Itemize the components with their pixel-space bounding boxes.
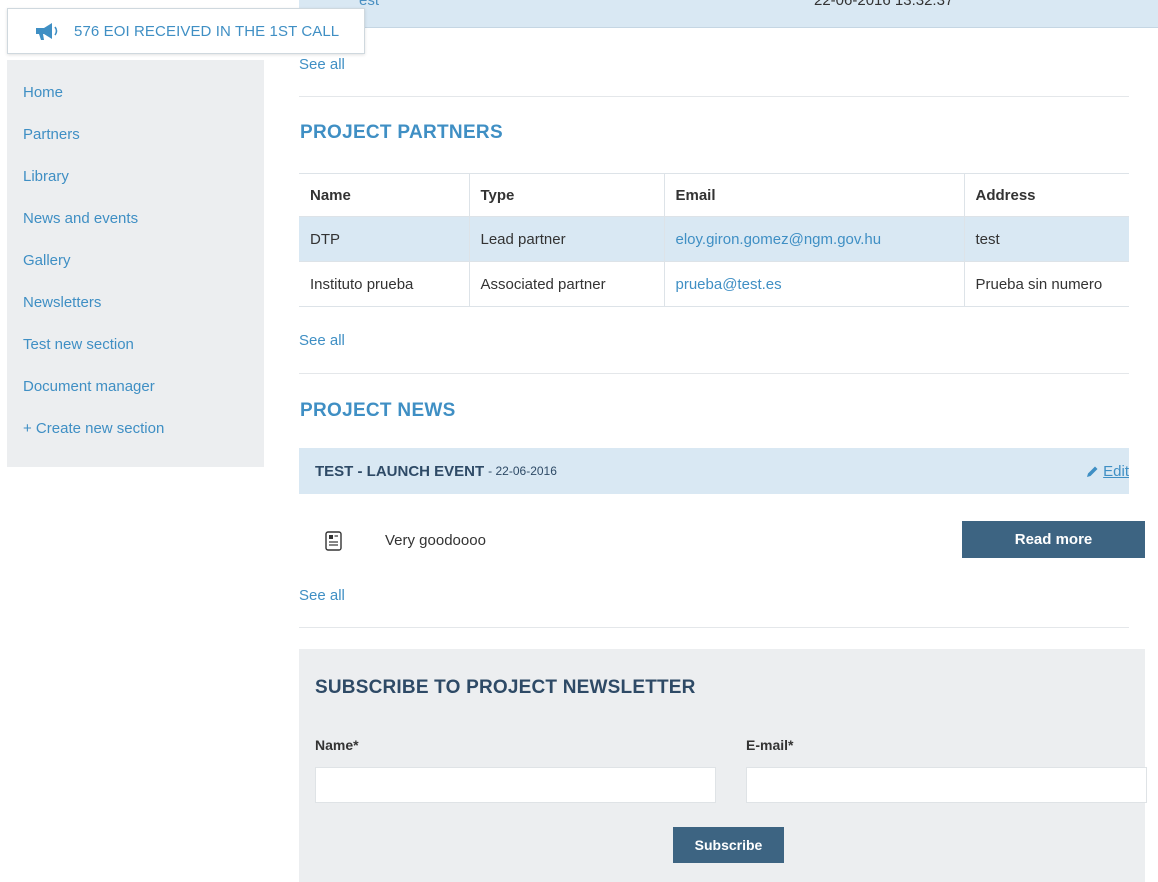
name-input[interactable]	[315, 767, 716, 803]
column-header-address: Address	[963, 173, 1129, 217]
partner-type: Associated partner	[468, 261, 664, 307]
partner-address: test	[963, 216, 1129, 262]
pencil-icon	[1087, 466, 1098, 477]
news-item-header: TEST - LAUNCH EVENT - 22-06-2016 Edit	[299, 448, 1129, 494]
previous-row-strip: est 22-06-2016 13:32:37	[299, 0, 1158, 28]
sidebar-item-newsletters[interactable]: Newsletters	[7, 281, 264, 323]
divider	[299, 96, 1129, 97]
previous-row-date: 22-06-2016 13:32:37	[814, 0, 954, 9]
email-input[interactable]	[746, 767, 1147, 803]
announcement-banner[interactable]: 576 EOI RECEIVED IN THE 1ST CALL	[7, 8, 365, 54]
sidebar-link-test-new-section[interactable]: Test new section	[23, 336, 134, 353]
table-row: Instituto prueba Associated partner prue…	[299, 261, 1129, 307]
document-icon	[325, 531, 342, 551]
sidebar-item-gallery[interactable]: Gallery	[7, 239, 264, 281]
column-header-name: Name	[299, 173, 469, 217]
sidebar-menu: Home Partners Library News and events Ga…	[7, 60, 264, 449]
partners-section-title: PROJECT PARTNERS	[300, 122, 503, 143]
sidebar-item-document-manager[interactable]: Document manager	[7, 365, 264, 407]
sidebar-item-news-and-events[interactable]: News and events	[7, 197, 264, 239]
read-more-button[interactable]: Read more	[962, 521, 1145, 558]
sidebar-link-create-new-section[interactable]: + Create new section	[23, 420, 164, 437]
sidebar-link-news-and-events[interactable]: News and events	[23, 210, 138, 227]
announcement-text: 576 EOI RECEIVED IN THE 1ST CALL	[74, 22, 340, 40]
partners-table-header-row: Name Type Email Address	[299, 173, 1129, 217]
see-all-link-partners[interactable]: See all	[299, 332, 345, 349]
partner-address: Prueba sin numero	[963, 261, 1129, 307]
subscribe-title: SUBSCRIBE TO PROJECT NEWSLETTER	[315, 677, 696, 698]
divider	[299, 373, 1129, 374]
email-field-label: E-mail*	[746, 737, 794, 753]
sidebar-link-gallery[interactable]: Gallery	[23, 252, 71, 269]
sidebar-link-home[interactable]: Home	[23, 84, 63, 101]
sidebar-item-library[interactable]: Library	[7, 155, 264, 197]
partners-table: Name Type Email Address DTP Lead partner…	[299, 173, 1129, 307]
partner-email-link[interactable]: eloy.giron.gomez@ngm.gov.hu	[663, 216, 964, 262]
column-header-email: Email	[663, 173, 964, 217]
partner-type: Lead partner	[468, 216, 664, 262]
name-field-label: Name*	[315, 737, 359, 753]
sidebar-item-test-new-section[interactable]: Test new section	[7, 323, 264, 365]
edit-news-button[interactable]: Edit	[1086, 463, 1129, 480]
see-all-link-news[interactable]: See all	[299, 587, 345, 604]
sidebar-item-home[interactable]: Home	[7, 71, 264, 113]
sidebar-item-partners[interactable]: Partners	[7, 113, 264, 155]
partner-email-link[interactable]: prueba@test.es	[663, 261, 964, 307]
news-headline[interactable]: TEST - LAUNCH EVENT	[315, 463, 484, 480]
sidebar-link-library[interactable]: Library	[23, 168, 69, 185]
news-summary: Very goodoooo	[385, 532, 486, 549]
edit-label: Edit	[1103, 462, 1129, 480]
see-all-link-activity[interactable]: See all	[299, 56, 345, 73]
partner-name: DTP	[299, 216, 469, 262]
subscribe-button[interactable]: Subscribe	[673, 827, 784, 863]
sidebar-item-create-new-section[interactable]: + Create new section	[7, 407, 264, 449]
partner-name: Instituto prueba	[299, 261, 469, 307]
sidebar: Home Partners Library News and events Ga…	[7, 60, 264, 467]
sidebar-link-partners[interactable]: Partners	[23, 126, 80, 143]
megaphone-icon	[36, 23, 58, 40]
column-header-type: Type	[468, 173, 664, 217]
news-date: - 22-06-2016	[488, 464, 557, 478]
sidebar-link-document-manager[interactable]: Document manager	[23, 378, 155, 395]
newsletter-subscribe-panel: SUBSCRIBE TO PROJECT NEWSLETTER Name* E-…	[299, 649, 1147, 882]
sidebar-link-newsletters[interactable]: Newsletters	[23, 294, 101, 311]
news-section-title: PROJECT NEWS	[300, 400, 456, 421]
table-row: DTP Lead partner eloy.giron.gomez@ngm.go…	[299, 216, 1129, 262]
divider	[299, 627, 1129, 628]
news-item-body: Very goodoooo Read more	[299, 519, 1145, 565]
